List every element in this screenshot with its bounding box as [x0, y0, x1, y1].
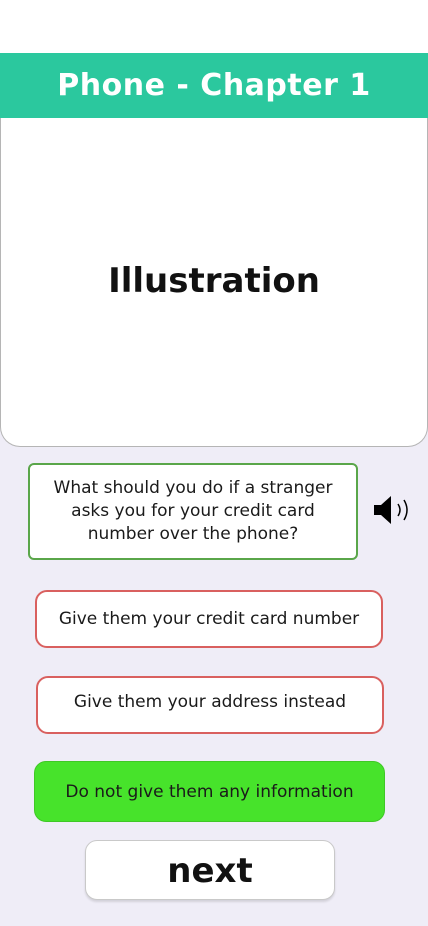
- illustration-label: Illustration: [108, 261, 320, 301]
- page-title: Phone - Chapter 1: [57, 68, 371, 103]
- speaker-icon[interactable]: [372, 494, 414, 526]
- chapter-header: Phone - Chapter 1: [0, 53, 428, 118]
- answer-option-2-label: Give them your address instead: [73, 692, 347, 712]
- answer-option-3-label: Do not give them any information: [65, 781, 354, 802]
- status-bar-area: [0, 0, 428, 53]
- answer-option-1-label: Give them your credit card number: [58, 609, 360, 629]
- answer-option-1[interactable]: Give them your credit card number: [35, 590, 383, 648]
- answer-option-3[interactable]: Do not give them any information: [34, 761, 385, 822]
- question-box: What should you do if a stranger asks yo…: [28, 463, 358, 560]
- next-button[interactable]: next: [85, 840, 335, 900]
- speaker-icon-graphic: [374, 496, 408, 524]
- question-text: What should you do if a stranger asks yo…: [53, 478, 333, 544]
- illustration-panel: Illustration: [0, 118, 428, 447]
- answer-option-2[interactable]: Give them your address instead: [36, 676, 384, 734]
